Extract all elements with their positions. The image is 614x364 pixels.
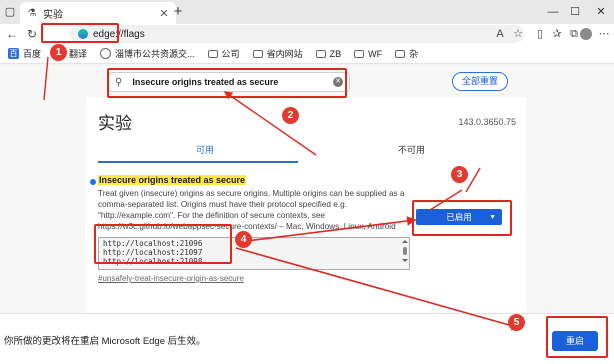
annotation-marker-2: 2 bbox=[282, 107, 299, 124]
annotation-box-3 bbox=[412, 200, 512, 236]
annotation-marker-4: 4 bbox=[235, 231, 252, 248]
flask-icon: ⚗ bbox=[27, 7, 37, 19]
flag-anchor-link[interactable]: #unsafely-treat-insecure-origin-as-secur… bbox=[98, 274, 244, 283]
baidu-icon: 百 bbox=[8, 48, 19, 59]
back-icon[interactable]: ← bbox=[4, 26, 20, 42]
flag-title: Insecure origins treated as secure bbox=[98, 175, 247, 185]
tab-unavailable[interactable]: 不可用 bbox=[398, 143, 425, 156]
folder-icon bbox=[315, 49, 326, 58]
annotation-marker-1: 1 bbox=[50, 44, 67, 61]
read-aloud-icon[interactable]: A bbox=[492, 26, 508, 42]
split-screen-icon[interactable]: ▯ bbox=[532, 26, 548, 42]
availability-tabs: 可用 不可用 bbox=[98, 141, 514, 163]
browser-tab[interactable]: ⚗ 实验 ✕ bbox=[20, 2, 176, 24]
annotation-marker-5: 5 bbox=[508, 314, 525, 331]
settings-menu-icon[interactable]: ⋯ bbox=[596, 26, 612, 42]
tab-strip: ▢ ⚗ 实验 ✕ + — ☐ ✕ bbox=[0, 0, 614, 24]
tab-available[interactable]: 可用 bbox=[196, 143, 214, 156]
folder-icon bbox=[395, 49, 406, 58]
folder-icon bbox=[207, 49, 218, 58]
annotation-box-2 bbox=[107, 68, 347, 98]
bookmark-folder-zb[interactable]: ZB bbox=[315, 49, 341, 59]
bookmarks-bar: 百百度 译翻译 淄博市公共资源交... 公司 省内网站 ZB WF 杂 bbox=[0, 44, 614, 64]
annotation-box-1 bbox=[41, 23, 119, 43]
folder-icon bbox=[252, 49, 263, 58]
active-tab-indicator bbox=[98, 161, 298, 163]
folder-icon bbox=[354, 49, 365, 58]
maximize-button[interactable]: ☐ bbox=[566, 3, 584, 21]
flag-enabled-dot bbox=[90, 179, 96, 185]
annotation-box-5 bbox=[546, 316, 608, 358]
bookmark-folder-misc[interactable]: 杂 bbox=[395, 47, 418, 60]
refresh-icon[interactable]: ↻ bbox=[24, 26, 40, 42]
version-number: 143.0.3650.75 bbox=[458, 117, 516, 127]
relaunch-message: 你所做的更改将在重启 Microsoft Edge 后生效。 bbox=[4, 336, 206, 347]
annotation-box-4 bbox=[94, 224, 232, 264]
globe-icon bbox=[100, 48, 112, 59]
favorite-star-icon[interactable]: ☆ bbox=[510, 26, 526, 42]
close-tab-icon[interactable]: ✕ bbox=[158, 7, 170, 20]
page-title: 实验 bbox=[98, 114, 132, 133]
close-window-button[interactable]: ✕ bbox=[592, 3, 610, 21]
favorites-icon[interactable]: ✰ bbox=[549, 26, 565, 42]
window-menu-icon[interactable]: ▢ bbox=[1, 3, 19, 21]
bookmark-folder-wf[interactable]: WF bbox=[354, 49, 382, 59]
tab-title: 实验 bbox=[43, 9, 63, 21]
annotation-marker-3: 3 bbox=[451, 166, 468, 183]
new-tab-button[interactable]: + bbox=[170, 3, 186, 21]
profile-avatar[interactable] bbox=[578, 26, 594, 42]
address-bar[interactable]: edge://flags bbox=[70, 25, 524, 43]
reset-all-button[interactable]: 全部重置 bbox=[452, 72, 508, 91]
bookmark-folder-province[interactable]: 省内网站 bbox=[252, 47, 303, 60]
minimize-button[interactable]: — bbox=[544, 3, 562, 21]
bookmark-folder-company[interactable]: 公司 bbox=[207, 47, 240, 60]
bookmark-baidu[interactable]: 百百度 bbox=[8, 47, 41, 60]
textarea-scrollbar[interactable] bbox=[402, 240, 408, 268]
bookmark-resource[interactable]: 淄博市公共资源交... bbox=[100, 47, 195, 60]
